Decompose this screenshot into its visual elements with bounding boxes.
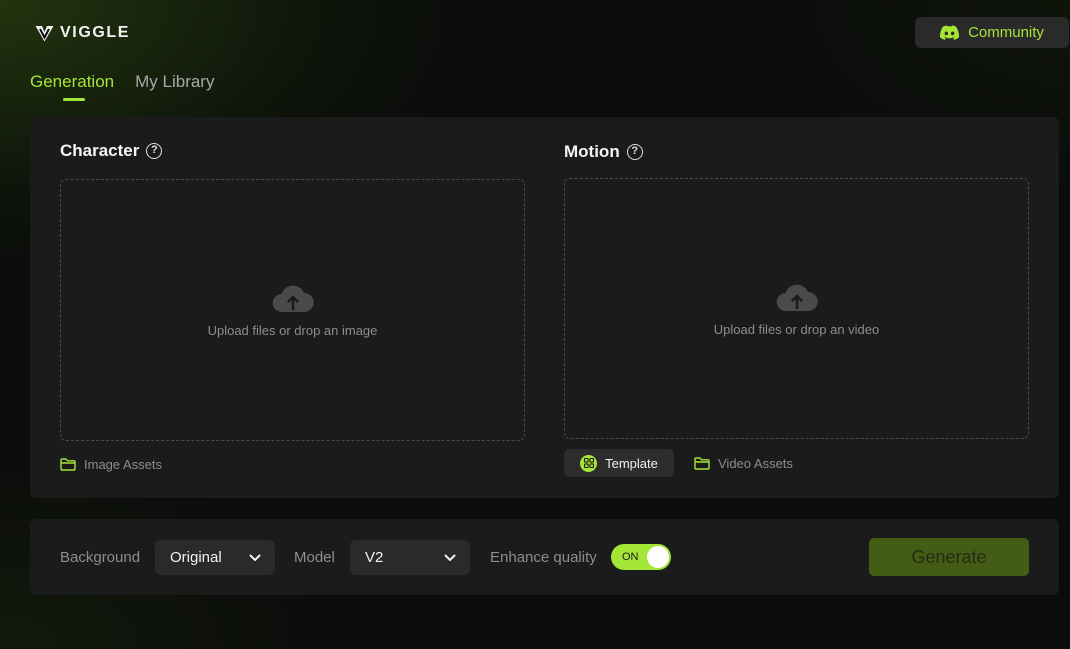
enhance-quality-toggle[interactable]: ON: [611, 544, 671, 570]
character-dropzone[interactable]: Upload files or drop an image: [60, 179, 525, 441]
enhance-quality-label: Enhance quality: [490, 549, 597, 566]
cloud-upload-icon: [776, 284, 818, 311]
background-label: Background: [60, 549, 141, 566]
model-value: V2: [365, 549, 384, 566]
template-label: Template: [605, 455, 658, 471]
viggle-logo-icon: [35, 25, 54, 41]
motion-title: Motion: [564, 142, 620, 161]
background-value: Original: [170, 549, 222, 566]
image-assets-link[interactable]: Image Assets: [60, 457, 162, 472]
settings-bar: Background Original Model V2 Enhance qua…: [30, 519, 1059, 595]
background-select[interactable]: Original: [155, 540, 275, 575]
chevron-down-icon: [444, 554, 456, 561]
community-label: Community: [968, 24, 1044, 41]
template-button[interactable]: Template: [564, 449, 674, 477]
character-title: Character: [60, 141, 140, 160]
viggle-logo[interactable]: VIGGLE: [35, 24, 130, 42]
motion-dropzone[interactable]: Upload files or drop an video: [564, 178, 1029, 439]
motion-upload-text: Upload files or drop an video: [713, 321, 880, 337]
motion-help-icon[interactable]: ?: [626, 144, 643, 160]
upload-panel: Character ? Upload files or drop an imag…: [30, 117, 1059, 498]
motion-section-title: Motion ?: [564, 142, 643, 162]
generate-button[interactable]: Generate: [869, 538, 1029, 576]
video-assets-label: Video Assets: [718, 456, 793, 471]
community-button[interactable]: Community: [915, 17, 1069, 48]
logo-text: VIGGLE: [60, 24, 131, 41]
toggle-knob: [647, 546, 669, 568]
grid-icon: [580, 454, 598, 472]
folder-icon: [60, 458, 76, 471]
toggle-state-text: ON: [622, 551, 639, 563]
chevron-down-icon: [249, 554, 261, 561]
image-assets-label: Image Assets: [84, 457, 163, 472]
discord-icon: [940, 25, 960, 40]
tab-my-library[interactable]: My Library: [135, 72, 214, 92]
model-label: Model: [294, 549, 335, 566]
video-assets-link[interactable]: Video Assets: [694, 456, 793, 471]
character-upload-text: Upload files or drop an image: [207, 323, 378, 338]
model-select[interactable]: V2: [350, 540, 470, 575]
cloud-upload-icon: [272, 285, 314, 313]
character-help-icon[interactable]: ?: [146, 143, 163, 159]
folder-icon: [694, 457, 710, 470]
tab-generation[interactable]: Generation: [30, 72, 114, 101]
character-section-title: Character ?: [60, 141, 163, 161]
main-tabs: Generation My Library: [30, 72, 214, 101]
